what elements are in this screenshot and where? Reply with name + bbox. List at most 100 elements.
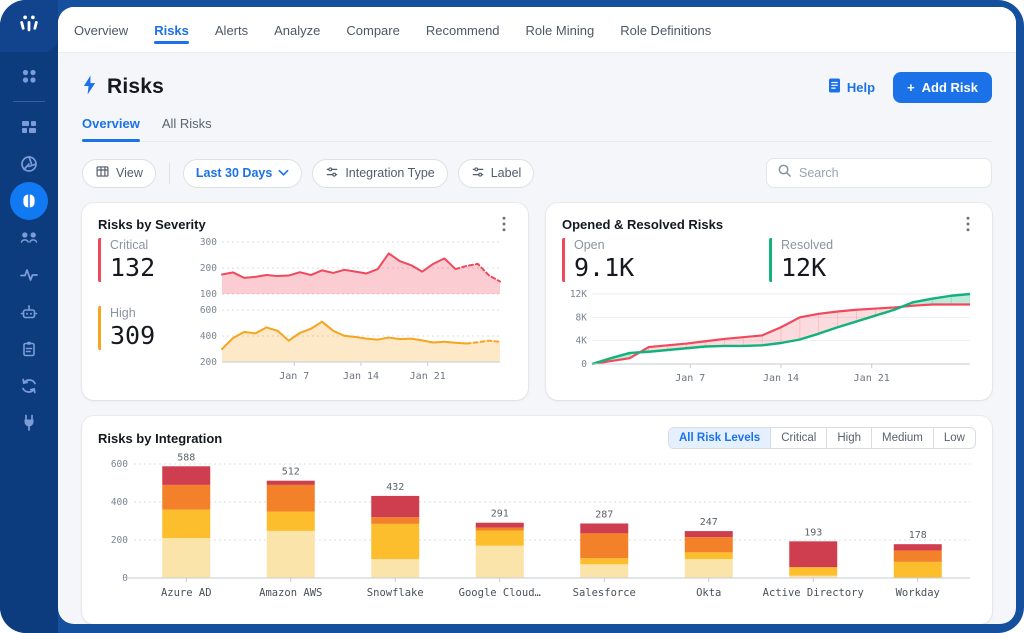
svg-text:100: 100 [200, 289, 217, 298]
svg-text:0: 0 [122, 573, 128, 584]
filter-tune-icon [471, 165, 485, 182]
svg-text:200: 200 [111, 535, 128, 546]
opened-resolved-line-chart: 12K 8K 4K 0 Jan 7 Jan 14 Jan 21 [562, 288, 976, 388]
page-header: Risks Help + Add Risk [82, 71, 992, 103]
nav-item-role-mining[interactable]: Role Mining [526, 8, 595, 51]
svg-text:287: 287 [595, 509, 613, 520]
metric-label: Resolved [781, 238, 976, 252]
help-book-icon [828, 78, 841, 96]
svg-text:Jan 14: Jan 14 [343, 371, 379, 382]
open-metric: Open 9.1K [562, 238, 769, 282]
logo-tile[interactable] [0, 0, 58, 52]
search-input[interactable] [799, 166, 981, 180]
table-view-icon [95, 164, 110, 182]
svg-text:Google Cloud…: Google Cloud… [459, 587, 541, 599]
sidebar-item-robot-icon[interactable] [17, 300, 41, 324]
metric-label: Open [574, 238, 769, 252]
kebab-menu-icon[interactable] [960, 216, 976, 232]
critical-metric: Critical 132 [98, 238, 190, 282]
nav-item-risks[interactable]: Risks [154, 8, 189, 51]
metric-value: 309 [110, 322, 190, 350]
segment-low[interactable]: Low [933, 428, 975, 448]
segment-critical[interactable]: Critical [770, 428, 826, 448]
nav-item-role-definitions[interactable]: Role Definitions [620, 8, 711, 51]
filter-divider [169, 162, 170, 184]
page-tabs: Overview All Risks [82, 116, 992, 142]
brand-logo-icon [15, 10, 43, 43]
svg-text:Jan 21: Jan 21 [854, 373, 890, 384]
svg-text:Active Directory: Active Directory [763, 587, 864, 599]
risks-by-integration-card: Risks by Integration All Risk Levels Cri… [82, 416, 992, 624]
search-box [766, 158, 992, 188]
nav-item-analyze[interactable]: Analyze [274, 8, 320, 51]
svg-text:8K: 8K [576, 312, 588, 323]
svg-text:Workday: Workday [896, 587, 940, 599]
nav-item-overview[interactable]: Overview [74, 8, 128, 51]
metric-value: 9.1K [574, 254, 769, 282]
svg-text:Amazon AWS: Amazon AWS [259, 587, 322, 599]
resolved-metric: Resolved 12K [769, 238, 976, 282]
svg-text:Azure AD: Azure AD [161, 587, 212, 599]
bolt-icon [82, 75, 97, 100]
svg-text:4K: 4K [576, 335, 588, 346]
sidebar-item-plug-icon[interactable] [17, 411, 41, 435]
date-range-dropdown[interactable]: Last 30 Days [183, 159, 302, 188]
filter-bar: View Last 30 Days Integration Type [82, 158, 992, 188]
svg-text:400: 400 [200, 331, 217, 342]
svg-text:12K: 12K [570, 289, 587, 300]
svg-text:512: 512 [282, 467, 300, 478]
integration-type-filter[interactable]: Integration Type [312, 159, 447, 188]
metric-label: High [110, 306, 190, 320]
tab-all-risks[interactable]: All Risks [162, 116, 212, 141]
sidebar-item-apps-icon[interactable] [17, 64, 41, 88]
svg-text:600: 600 [200, 306, 217, 316]
sidebar-item-clipboard-icon[interactable] [17, 337, 41, 361]
sidebar-item-activity-icon[interactable] [17, 263, 41, 287]
sidebar-item-brain-icon[interactable] [10, 182, 48, 220]
sidebar-item-collaboration-icon[interactable] [17, 226, 41, 250]
sidebar-item-sync-icon[interactable] [17, 374, 41, 398]
nav-item-compare[interactable]: Compare [346, 8, 399, 51]
add-risk-button[interactable]: + Add Risk [893, 72, 992, 103]
card-title: Risks by Severity [98, 217, 206, 232]
risks-by-integration-bar-chart: 6004002000588Azure AD512Amazon AWS432Sno… [98, 452, 976, 612]
high-metric: High 309 [98, 306, 190, 350]
nav-item-recommend[interactable]: Recommend [426, 8, 500, 51]
svg-text:Jan 7: Jan 7 [279, 371, 309, 382]
svg-text:200: 200 [200, 263, 217, 274]
svg-text:Jan 21: Jan 21 [410, 371, 446, 382]
tab-overview[interactable]: Overview [82, 116, 140, 141]
critical-sparkline-chart: 300 200 100 [190, 238, 504, 298]
help-button[interactable]: Help [828, 78, 875, 96]
metric-value: 132 [110, 254, 190, 282]
risks-by-severity-card: Risks by Severity Critical 132 300 200 100 [82, 203, 528, 400]
svg-text:Jan 14: Jan 14 [763, 373, 799, 384]
svg-text:400: 400 [111, 497, 128, 508]
page-title: Risks [107, 75, 164, 99]
svg-text:Salesforce: Salesforce [573, 587, 636, 599]
card-title: Risks by Integration [98, 431, 222, 446]
view-button[interactable]: View [82, 159, 156, 188]
segment-high[interactable]: High [826, 428, 871, 448]
kebab-menu-icon[interactable] [496, 216, 512, 232]
segment-all-risk-levels[interactable]: All Risk Levels [669, 428, 770, 448]
segment-medium[interactable]: Medium [871, 428, 933, 448]
sidebar-item-dashboard-icon[interactable] [17, 115, 41, 139]
nav-item-alerts[interactable]: Alerts [215, 8, 248, 51]
svg-text:588: 588 [177, 452, 195, 463]
card-title: Opened & Resolved Risks [562, 217, 723, 232]
label-filter[interactable]: Label [458, 159, 535, 188]
metric-label: Critical [110, 238, 190, 252]
high-sparkline-chart: 600 400 200 Jan 7 Jan 14 Jan 21 [190, 306, 504, 388]
search-icon [777, 163, 792, 183]
svg-text:291: 291 [491, 509, 509, 520]
svg-text:300: 300 [200, 238, 217, 248]
svg-text:Jan 7: Jan 7 [675, 373, 705, 384]
svg-text:Okta: Okta [696, 587, 721, 599]
sidebar-item-aperture-icon[interactable] [17, 152, 41, 176]
svg-text:0: 0 [581, 359, 587, 370]
top-navigation: Overview Risks Alerts Analyze Compare Re… [58, 7, 1016, 53]
svg-text:193: 193 [804, 527, 822, 538]
svg-text:200: 200 [200, 357, 217, 368]
opened-resolved-risks-card: Opened & Resolved Risks Open 9.1K Resolv… [546, 203, 992, 400]
